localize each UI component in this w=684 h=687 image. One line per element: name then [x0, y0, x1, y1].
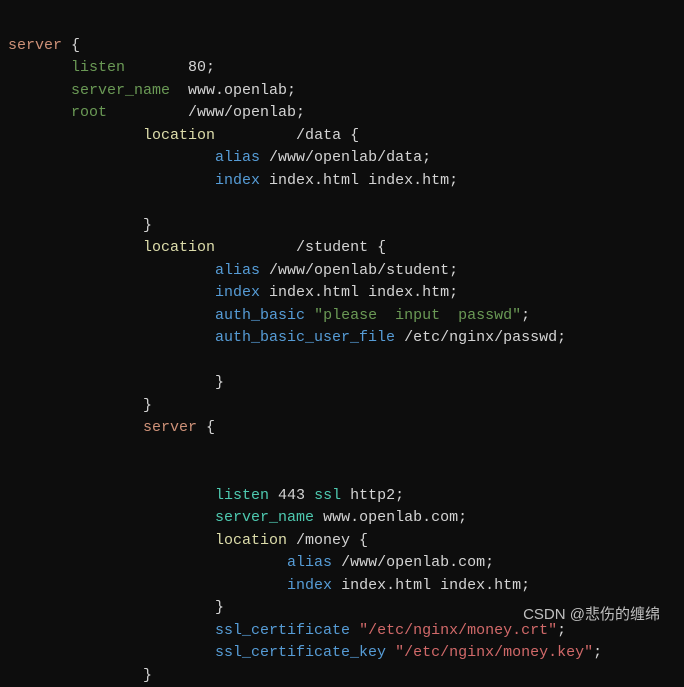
brace: {: [62, 37, 80, 54]
kw-ssl-cert: ssl_certificate: [8, 622, 350, 639]
index-files: index.html index.htm;: [260, 284, 458, 301]
auth-string: "please input passwd": [305, 307, 521, 324]
kw-location: location: [8, 127, 215, 144]
semicolon: ;: [521, 307, 530, 324]
kw-ssl-cert-key: ssl_certificate_key: [8, 644, 386, 661]
close-brace: }: [8, 374, 224, 391]
close-brace: }: [8, 599, 224, 616]
close-brace: }: [8, 217, 152, 234]
nginx-config-code: server { listen 80; server_name www.open…: [8, 12, 676, 687]
passwd-path: /etc/nginx/passwd;: [395, 329, 566, 346]
loc-data: /data {: [215, 127, 359, 144]
alias-path: /www/openlab/data;: [260, 149, 431, 166]
server-name-value: www.openlab;: [170, 82, 296, 99]
kw-index: index: [8, 172, 260, 189]
index-files: index.html index.htm;: [332, 577, 530, 594]
cert-key-path: "/etc/nginx/money.key": [386, 644, 593, 661]
kw-root: root: [8, 104, 107, 121]
kw-auth-user-file: auth_basic_user_file: [8, 329, 395, 346]
kw-server-name: server_name: [8, 509, 314, 526]
kw-location: location: [8, 239, 215, 256]
kw-alias: alias: [8, 554, 332, 571]
close-brace: }: [8, 397, 152, 414]
root-path: /www/openlab;: [107, 104, 305, 121]
semicolon: ;: [593, 644, 602, 661]
kw-listen: listen: [8, 487, 269, 504]
kw-listen: listen: [8, 59, 125, 76]
alias-path: /www/openlab.com;: [332, 554, 494, 571]
watermark: CSDN @悲伤的缠绵: [523, 604, 660, 627]
kw-alias: alias: [8, 262, 260, 279]
close-brace: }: [8, 667, 152, 684]
loc-money: /money {: [287, 532, 368, 549]
kw-index: index: [8, 577, 332, 594]
server-name-com: www.openlab.com;: [314, 509, 467, 526]
kw-server: server: [8, 37, 62, 54]
kw-index: index: [8, 284, 260, 301]
alias-path: /www/openlab/student;: [260, 262, 458, 279]
kw-server-name: server_name: [8, 82, 170, 99]
kw-location: location: [8, 532, 287, 549]
loc-student: /student {: [215, 239, 386, 256]
brace: {: [197, 419, 215, 436]
http2: http2;: [341, 487, 404, 504]
listen-443: 443: [269, 487, 314, 504]
listen-port: 80;: [125, 59, 215, 76]
kw-auth-basic: auth_basic: [8, 307, 305, 324]
index-files: index.html index.htm;: [260, 172, 458, 189]
kw-ssl: ssl: [314, 487, 341, 504]
kw-server: server: [8, 419, 197, 436]
kw-alias: alias: [8, 149, 260, 166]
